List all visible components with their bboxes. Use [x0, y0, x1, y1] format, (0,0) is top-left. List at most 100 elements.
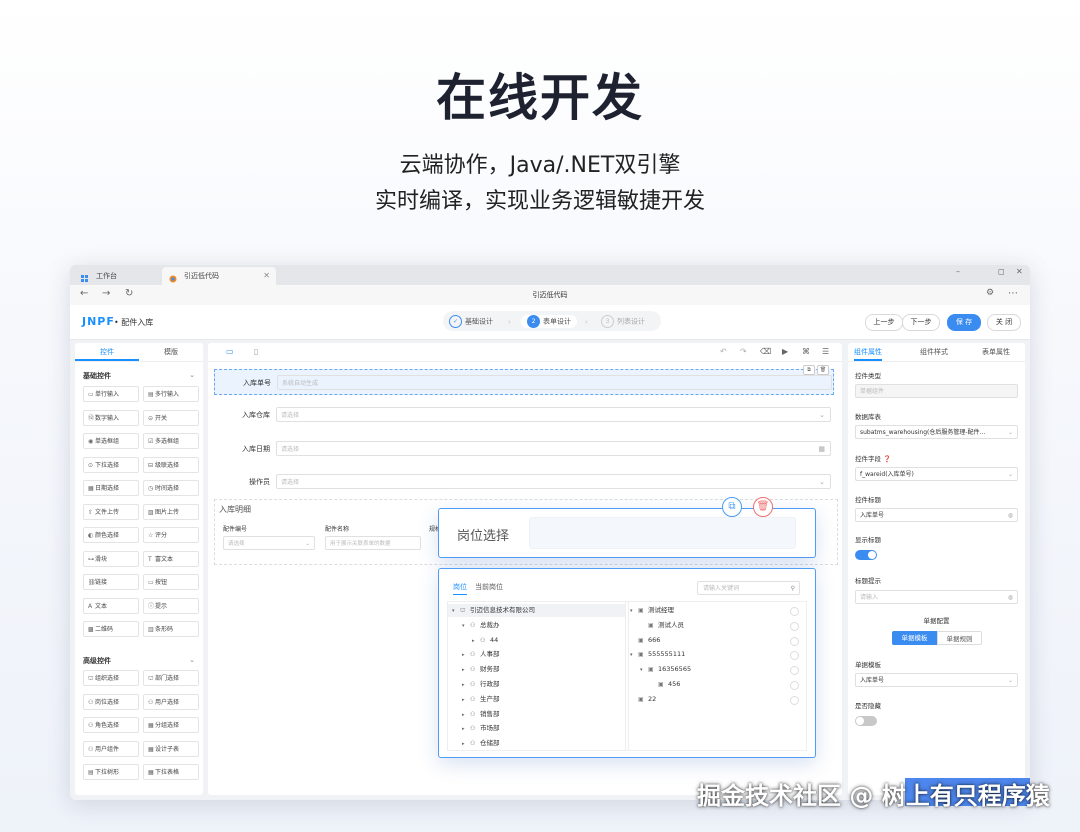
tree-node[interactable]: ▣ 456 [626, 678, 804, 691]
step-form[interactable]: 2 表单设计 [521, 315, 577, 328]
tree-node[interactable]: ▣ 666 [626, 634, 804, 647]
chevron-down-icon[interactable]: ⌄ [189, 656, 195, 664]
tab-form-props[interactable]: 表单属性 [982, 343, 1010, 361]
delete-icon[interactable]: 🗑 [817, 365, 829, 375]
tree-icon[interactable]: ☰ [822, 347, 829, 356]
position-select-input[interactable] [529, 517, 796, 549]
form-field-operator[interactable]: 操作员 请选择 ⌄ [214, 469, 834, 491]
form-field-warehouse[interactable]: 入库仓库 请选择 ⌄ [214, 402, 834, 428]
field-date-picker[interactable]: 请选择 ▦ [276, 441, 831, 456]
title-input[interactable]: 入库单号 ◍ [855, 508, 1018, 522]
basic-component-item[interactable]: ⊙ 下拉选择 [83, 456, 139, 473]
window-close-icon[interactable]: ✕ [1016, 267, 1023, 276]
preview-icon[interactable]: ▶ [782, 347, 788, 356]
tree-node[interactable]: ▸ ⚇ 财务部 [448, 663, 626, 676]
close-icon[interactable]: ✕ [263, 267, 270, 285]
code-icon[interactable]: ⌘ [802, 347, 810, 356]
advanced-component-item[interactable]: ▦下拉表格 [143, 764, 199, 780]
tree-node[interactable]: ▸ ⚇ 仓储部 [448, 737, 626, 750]
tree-node[interactable]: ▸ ⚇ 生产部 [448, 693, 626, 706]
globe-icon[interactable]: ◍ [1008, 591, 1013, 603]
caret-icon[interactable]: ▸ [462, 694, 470, 707]
advanced-component-item[interactable]: ⚇ 角色选择 [83, 717, 139, 733]
redo-icon[interactable]: ↷ [740, 347, 747, 356]
copy-button[interactable]: ⧉ [722, 497, 742, 517]
tree-node[interactable]: ▣ 测试人员 [626, 619, 804, 632]
step-basic[interactable]: ✓ 基础设计 [449, 315, 493, 328]
data-table-select[interactable]: subatms_warehousing(仓后服务管理-配件... ⌄ [855, 425, 1018, 439]
tree-node-radio[interactable] [790, 607, 799, 616]
basic-component-item[interactable]: ⊝ 开关 [143, 409, 199, 426]
basic-component-item[interactable]: ☑ 多选框组 [143, 433, 199, 449]
save-button[interactable]: 保 存 [947, 314, 981, 331]
close-button[interactable]: 关 闭 [987, 314, 1021, 331]
more-icon[interactable]: ⋯ [1008, 288, 1018, 299]
tree-search-input[interactable]: 请输入关键词 ⚲ [697, 581, 800, 595]
delete-button[interactable]: 🗑 [753, 497, 773, 517]
tree-node[interactable]: ▾ ▣ 555555111 [626, 648, 804, 661]
caret-icon[interactable]: ▸ [462, 723, 470, 736]
tree-node[interactable]: ▾ ▣ 测试经理 [626, 604, 804, 617]
tab-controls[interactable]: 控件 [75, 343, 139, 361]
form-field-order-no[interactable]: 入库单号 系统自动生成 ⧉ 🗑 [214, 365, 834, 395]
basic-component-item[interactable]: ⊟ 级联选择 [143, 456, 199, 473]
basic-component-item[interactable]: ▭单行输入 [83, 386, 139, 402]
settings-icon[interactable]: ⚙ [986, 288, 994, 298]
tree-node[interactable]: ▾ ▣ 16356565 [626, 663, 804, 676]
tab-positions[interactable]: 岗位 [453, 582, 467, 595]
clear-icon[interactable]: ⌫ [760, 347, 771, 356]
caret-icon[interactable]: ▸ [462, 709, 470, 722]
advanced-component-item[interactable]: ▦分组选择 [143, 717, 199, 733]
tree-node[interactable]: ▣ 22 [626, 693, 804, 706]
caret-icon[interactable]: ▾ [452, 605, 460, 618]
caret-icon[interactable]: ▾ [630, 605, 638, 618]
caret-icon[interactable]: ▾ [630, 649, 638, 662]
advanced-component-item[interactable]: ▦设计子表 [143, 740, 199, 757]
undo-icon[interactable]: ↶ [720, 347, 727, 356]
subtable-cell-input[interactable]: 用于展示关联表单的数据 [325, 536, 421, 550]
advanced-component-item[interactable]: ⛫部门选择 [143, 670, 199, 686]
tab-component-style[interactable]: 组件样式 [920, 343, 948, 361]
caret-icon[interactable]: ▸ [462, 738, 470, 750]
tree-node[interactable]: ▸ ⚇ 行政部 [448, 678, 626, 691]
basic-component-item[interactable]: ◷ 时间选择 [143, 480, 199, 496]
basic-component-item[interactable]: ▭按钮 [143, 574, 199, 590]
basic-component-item[interactable]: ⇧ 文件上传 [83, 503, 139, 520]
basic-component-item[interactable]: ⛓链接 [83, 574, 139, 590]
desktop-icon[interactable]: ▭ [226, 347, 234, 356]
caret-icon[interactable]: ▾ [640, 664, 648, 677]
caret-icon[interactable]: ▸ [462, 679, 470, 692]
advanced-component-item[interactable]: ⚇ 用户组件 [83, 740, 139, 757]
chevron-down-icon[interactable]: ⌄ [189, 371, 195, 379]
copy-icon[interactable]: ⧉ [803, 365, 815, 375]
template-select[interactable]: 入库单号 ⌄ [855, 673, 1018, 687]
show-title-toggle[interactable] [855, 550, 877, 560]
step-list[interactable]: 3 列表设计 [601, 315, 645, 328]
basic-component-item[interactable]: ▦日期选择 [83, 480, 139, 496]
minimize-icon[interactable]: – [956, 267, 960, 276]
advanced-component-item[interactable]: ⚇ 用户选择 [143, 693, 199, 710]
globe-icon[interactable]: ◍ [1008, 509, 1013, 521]
basic-component-item[interactable]: ⑫数字输入 [83, 409, 139, 426]
tab-current-position[interactable]: 当前岗位 [475, 582, 503, 592]
maximize-icon[interactable]: ◻ [998, 267, 1005, 276]
advanced-component-item[interactable]: ⚇ 岗位选择 [83, 693, 139, 710]
help-icon[interactable]: ❓ [883, 455, 891, 463]
basic-component-item[interactable]: ▤多行输入 [143, 386, 199, 402]
mobile-icon[interactable]: ▯ [254, 347, 258, 356]
tab-templates[interactable]: 模版 [139, 343, 203, 361]
tree-node-radio[interactable] [790, 695, 799, 705]
tree-node-radio[interactable] [790, 621, 799, 631]
field-select[interactable]: f_wareid(入库单号) ⌄ [855, 467, 1018, 481]
basic-component-item[interactable]: ▨图片上传 [143, 503, 199, 520]
tree-node[interactable]: ▾ ⚇ 总裁办 [448, 619, 626, 632]
tree-node[interactable]: ▸ ⚇ 人事部 [448, 648, 626, 661]
tree-node[interactable]: ▸ ⚇ 市场部 [448, 722, 626, 735]
tree-node-radio[interactable] [790, 666, 799, 676]
next-step-button[interactable]: 下一步 [902, 314, 940, 331]
field-select[interactable]: 请选择 ⌄ [276, 474, 831, 489]
caret-icon[interactable]: ▾ [462, 620, 470, 633]
basic-component-item[interactable]: ☆ 评分 [143, 527, 199, 543]
caret-icon[interactable]: ▸ [462, 664, 470, 677]
tab-component-props[interactable]: 组件属性 [854, 343, 882, 361]
